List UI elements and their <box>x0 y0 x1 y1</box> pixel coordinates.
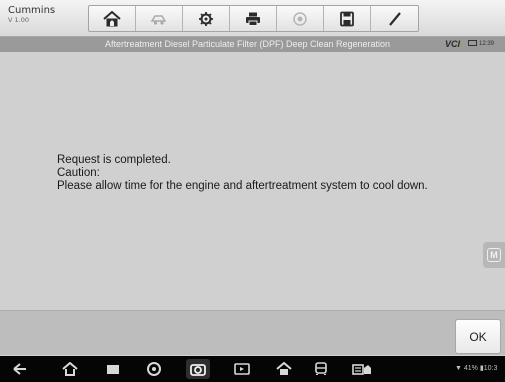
print-button[interactable] <box>230 6 277 31</box>
print-icon <box>246 12 260 26</box>
action-bar: OK <box>0 310 505 355</box>
side-menu-button[interactable]: M <box>483 242 505 268</box>
home-button[interactable] <box>89 6 136 31</box>
save-button[interactable] <box>324 6 371 31</box>
message-text: Request is completed. Caution: Please al… <box>57 154 428 193</box>
browser-icon[interactable] <box>146 362 162 376</box>
message-line-caution: Caution: <box>57 167 100 179</box>
display-icon[interactable] <box>234 362 250 376</box>
brand-label: Cummins V 1.00 <box>8 5 68 31</box>
save-icon <box>340 11 354 26</box>
message-line-status: Request is completed. <box>57 154 171 166</box>
device-battery-time: 12:39 <box>468 39 494 50</box>
message-line-instruction: Please allow time for the engine and aft… <box>57 180 428 192</box>
battery-icon <box>468 40 477 47</box>
home-icon <box>103 10 121 26</box>
recent-apps-icon[interactable] <box>105 362 121 376</box>
settings-button[interactable] <box>183 6 230 31</box>
vci-manager-icon[interactable] <box>352 362 372 376</box>
back-icon[interactable] <box>12 362 28 376</box>
home-nav-icon[interactable] <box>62 361 78 376</box>
brand-version: V 1.00 <box>8 16 29 24</box>
toolbar-buttons <box>88 5 419 32</box>
side-menu-label: M <box>487 248 501 262</box>
settings-icon <box>199 11 213 26</box>
status-clock: 10:3 <box>483 365 498 372</box>
brand-name: Cummins <box>8 5 56 16</box>
vehicle-swap-icon <box>150 14 167 25</box>
vehicle-icon[interactable] <box>313 362 329 376</box>
wifi-icon: ▼ <box>455 365 462 372</box>
vehicle-swap-button[interactable] <box>136 6 183 31</box>
battery-level: 41% <box>463 365 478 372</box>
mini-clock: 12:39 <box>479 41 495 47</box>
vci-status: VCI› <box>445 39 463 50</box>
help-button[interactable] <box>277 6 324 31</box>
function-title: Aftertreatment Diesel Particulate Filter… <box>104 39 391 49</box>
message-panel: Request is completed. Caution: Please al… <box>0 52 505 310</box>
camera-icon[interactable] <box>186 359 210 379</box>
ok-button[interactable]: OK <box>455 319 501 354</box>
vci-label: VCI <box>445 39 461 49</box>
pen-icon <box>388 11 401 26</box>
vci-connected-icon: › <box>460 39 464 49</box>
screen: Cummins V 1.00 Aftertreatment Diesel Par… <box>0 0 505 382</box>
help-icon <box>293 11 307 26</box>
pen-button[interactable] <box>371 6 418 31</box>
top-toolbar: Cummins V 1.00 <box>0 0 505 37</box>
system-status: ▼ 41% ▮10:3 <box>455 363 497 375</box>
function-title-bar: Aftertreatment Diesel Particulate Filter… <box>0 37 505 52</box>
maxifix-home-icon[interactable] <box>276 361 292 376</box>
system-nav-bar: ▼ 41% ▮10:3 <box>0 356 505 382</box>
